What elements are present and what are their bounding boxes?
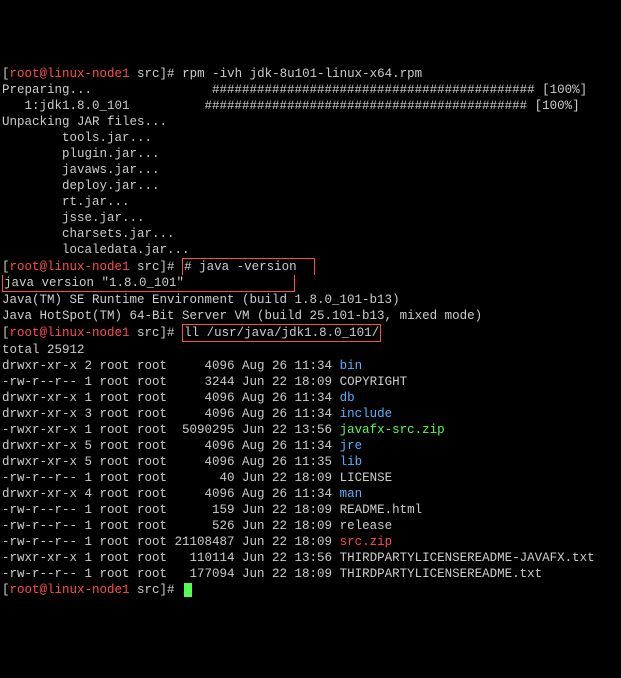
ls-row: -rwxr-xr-x 1 root root 5090295 Jun 22 13… — [2, 422, 619, 438]
ls-filename: lib — [340, 455, 363, 469]
ls-row: -rw-r--r-- 1 root root 21108487 Jun 22 1… — [2, 534, 619, 550]
shell-prompt-active[interactable]: [root@linux-node1 src]# — [2, 582, 619, 598]
ls-row: drwxr-xr-x 5 root root 4096 Aug 26 11:35… — [2, 454, 619, 470]
java-vm: Java HotSpot(TM) 64-Bit Server VM (build… — [2, 308, 619, 324]
ls-filename: man — [340, 487, 363, 501]
ls-row: -rw-r--r-- 1 root root 177094 Jun 22 18:… — [2, 566, 619, 582]
ls-row: drwxr-xr-x 1 root root 4096 Aug 26 11:34… — [2, 390, 619, 406]
ls-filename: THIRDPARTYLICENSEREADME-JAVAFX.txt — [340, 551, 595, 565]
jar-line: deploy.jar... — [2, 178, 619, 194]
rpm-preparing: Preparing... ###########################… — [2, 82, 619, 98]
jar-line: localedata.jar... — [2, 242, 619, 258]
cmd-ll: ll /usr/java/jdk1.8.0_101/ — [182, 324, 381, 342]
ls-row: -rwxr-xr-x 1 root root 110114 Jun 22 13:… — [2, 550, 619, 566]
java-runtime: Java(TM) SE Runtime Environment (build 1… — [2, 292, 619, 308]
ls-filename: javafx-src.zip — [340, 423, 445, 437]
jar-line: javaws.jar... — [2, 162, 619, 178]
ls-row: drwxr-xr-x 3 root root 4096 Aug 26 11:34… — [2, 406, 619, 422]
ls-row: drwxr-xr-x 5 root root 4096 Aug 26 11:34… — [2, 438, 619, 454]
ls-filename: include — [340, 407, 393, 421]
ls-filename: README.html — [340, 503, 423, 517]
rpm-pkg: 1:jdk1.8.0_101 #########################… — [2, 98, 619, 114]
jar-line: jsse.jar... — [2, 210, 619, 226]
ls-total: total 25912 — [2, 342, 619, 358]
ls-row: -rw-r--r-- 1 root root 526 Jun 22 18:09 … — [2, 518, 619, 534]
ls-filename: jre — [340, 439, 363, 453]
ls-row: drwxr-xr-x 2 root root 4096 Aug 26 11:34… — [2, 358, 619, 374]
ls-row: drwxr-xr-x 4 root root 4096 Aug 26 11:34… — [2, 486, 619, 502]
ls-row: -rw-r--r-- 1 root root 3244 Jun 22 18:09… — [2, 374, 619, 390]
ls-filename: COPYRIGHT — [340, 375, 408, 389]
jar-line: tools.jar... — [2, 130, 619, 146]
jar-line: rt.jar... — [2, 194, 619, 210]
cmd-java-version: # java -version — [182, 258, 315, 275]
ls-filename: THIRDPARTYLICENSEREADME.txt — [340, 567, 543, 581]
jar-line: charsets.jar... — [2, 226, 619, 242]
ls-filename: LICENSE — [340, 471, 393, 485]
ls-row: -rw-r--r-- 1 root root 159 Jun 22 18:09 … — [2, 502, 619, 518]
cmd-rpm: rpm -ivh jdk-8u101-linux-x64.rpm — [182, 67, 422, 81]
ls-filename: release — [340, 519, 393, 533]
jar-line: plugin.jar... — [2, 146, 619, 162]
terminal-output: [root@linux-node1 src]# rpm -ivh jdk-8u1… — [2, 66, 619, 598]
ls-row: -rw-r--r-- 1 root root 40 Jun 22 18:09 L… — [2, 470, 619, 486]
shell-prompt: [root@linux-node1 src]# # java -version — [2, 258, 619, 275]
unpacking: Unpacking JAR files... — [2, 114, 619, 130]
cursor — [184, 583, 192, 597]
shell-prompt: [root@linux-node1 src]# ll /usr/java/jdk… — [2, 324, 619, 342]
shell-prompt: [root@linux-node1 src]# rpm -ivh jdk-8u1… — [2, 66, 619, 82]
ls-filename: bin — [340, 359, 363, 373]
java-version-line: java version "1.8.0_101" — [2, 275, 619, 292]
ls-filename: src.zip — [340, 535, 393, 549]
ls-filename: db — [340, 391, 355, 405]
